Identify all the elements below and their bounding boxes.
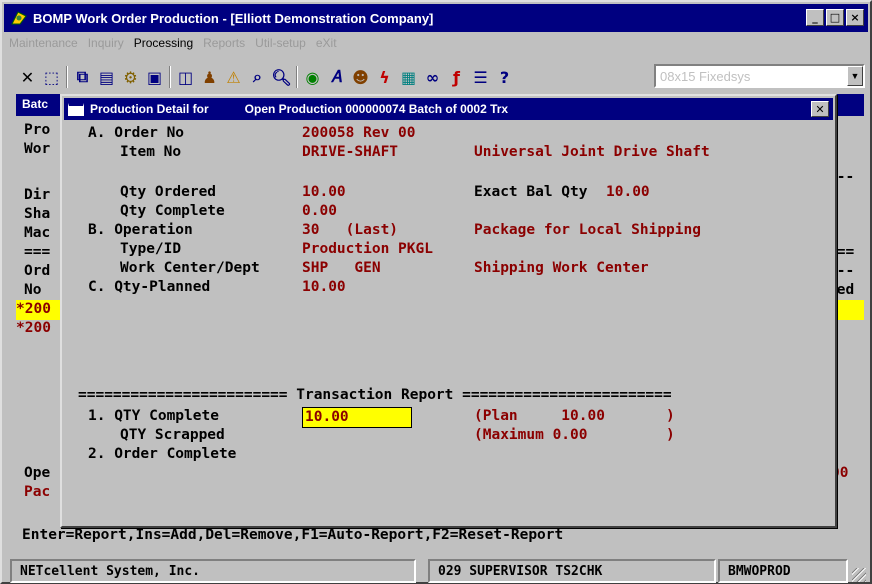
maximum-info: (Maximum 0.00 ) [474, 427, 675, 443]
qty-complete-label: Qty Complete [120, 203, 225, 219]
status-program: BMWOPROD [718, 559, 848, 583]
properties-icon[interactable]: ▣ [143, 65, 166, 89]
operation-value: 30 (Last) [302, 222, 399, 238]
transaction-report-header: ======================== Transaction Rep… [78, 387, 672, 403]
paste-icon[interactable]: ▤ [95, 65, 118, 89]
console-line[interactable]: *200 [16, 319, 51, 338]
operation-description: Package for Local Shipping [474, 222, 701, 238]
qty-planned-value: 10.00 [302, 279, 346, 295]
resize-grip-icon[interactable] [852, 568, 866, 582]
menu-exit[interactable]: eXit [311, 36, 342, 56]
dialog-close-button[interactable]: ✕ [811, 101, 829, 117]
warning-icon[interactable]: ⚠ [222, 65, 245, 89]
window-icon [68, 102, 84, 116]
close-button[interactable]: × [846, 9, 864, 26]
menu-bar: Maintenance Inquiry Processing Reports U… [4, 36, 342, 56]
qty-complete-input-value: 10.00 [305, 409, 349, 425]
link-icon[interactable]: ∞ [421, 65, 444, 89]
qty-scrapped-label: QTY Scrapped [120, 427, 225, 443]
toolbar-separator [66, 66, 68, 88]
function-icon[interactable]: ƒ [445, 65, 468, 89]
lightning-icon[interactable]: ϟ [373, 65, 396, 89]
qty-complete-input[interactable]: 10.00 [302, 407, 412, 428]
select-icon[interactable]: ⬚ [40, 65, 63, 89]
dialog-title-prefix: Production Detail for [90, 102, 209, 116]
main-window: BOMP Work Order Production - [Elliott De… [0, 0, 872, 584]
menu-util-setup[interactable]: Util-setup [250, 36, 311, 56]
console-line: Ord [24, 263, 51, 279]
item-description: Universal Joint Drive Shaft [474, 144, 710, 160]
order-no-value: 200058 Rev 00 [302, 125, 416, 141]
copy-icon[interactable]: ⧉ [71, 65, 94, 89]
console-line: Mac [24, 225, 51, 241]
chevron-down-icon[interactable]: ▼ [847, 66, 863, 86]
item-no-label: Item No [120, 144, 182, 160]
text-icon[interactable]: 𝐴 [325, 65, 348, 89]
menu-maintenance[interactable]: Maintenance [4, 36, 83, 56]
qty-ordered-value: 10.00 [302, 184, 346, 200]
console-line: Ope [24, 465, 51, 481]
app-icon [9, 8, 29, 28]
dialog-title-bar: Production Detail for Open Production 00… [64, 98, 833, 120]
title-bar: BOMP Work Order Production - [Elliott De… [4, 4, 868, 32]
list-icon[interactable]: ☰ [469, 65, 492, 89]
menu-reports[interactable]: Reports [198, 36, 250, 56]
console-line: Pac [24, 484, 51, 500]
work-center-value: SHP GEN [302, 260, 381, 276]
work-center-label: Work Center/Dept [120, 260, 260, 276]
toolbar: ✕ ⬚ ⧉ ▤ ⚙ ▣ ◫ ♟ ⚠ ⌕ 🔍︎ ◉ 𝐴 ☻ ϟ ▦ ∞ ƒ ☰ ? [16, 62, 516, 92]
dialog-title-batch: Open Production 000000074 Batch of 0002 … [244, 102, 509, 116]
order-no-label: A. Order No [88, 125, 185, 141]
console-line: No [24, 282, 42, 298]
qty-complete-value: 0.00 [302, 203, 337, 219]
console-line: === [24, 244, 51, 260]
operation-label: B. Operation [88, 222, 193, 238]
settings-icon[interactable]: ⚙ [119, 65, 142, 89]
toolbar-separator [169, 66, 171, 88]
key-help: Enter=Report,Ins=Add,Del=Remove,F1=Auto-… [22, 527, 564, 543]
menu-inquiry[interactable]: Inquiry [83, 36, 129, 56]
console-line: Dir [24, 187, 51, 203]
type-id-value: Production PKGL [302, 241, 433, 257]
frame-icon[interactable]: ◫ [174, 65, 197, 89]
qty-planned-label: C. Qty-Planned [88, 279, 211, 295]
status-company: NETcellent System, Inc. [10, 559, 416, 583]
work-center-description: Shipping Work Center [474, 260, 649, 276]
maximize-button[interactable]: □ [826, 9, 844, 26]
qty-ordered-label: Qty Ordered [120, 184, 217, 200]
font-select-value: 08x15 Fixedsys [660, 69, 751, 84]
people-icon[interactable]: ☻ [349, 65, 372, 89]
toolbar-separator [296, 66, 298, 88]
console-line: Pro [24, 122, 51, 138]
find-icon[interactable]: ⌕ [246, 65, 269, 89]
menu-processing[interactable]: Processing [129, 36, 198, 56]
search-icon[interactable]: 🔍︎ [270, 65, 293, 89]
tr-qty-complete-label: 1. QTY Complete [88, 408, 219, 424]
status-bar: NETcellent System, Inc. 029 SUPERVISOR T… [4, 558, 868, 584]
globe-icon[interactable]: ◉ [301, 65, 324, 89]
type-id-label: Type/ID [120, 241, 182, 257]
production-detail-dialog: Production Detail for Open Production 00… [60, 94, 837, 528]
exact-bal-label: Exact Bal Qty [474, 184, 588, 200]
item-no-value: DRIVE-SHAFT [302, 144, 399, 160]
exact-bal-value: 10.00 [606, 184, 650, 200]
window-title: BOMP Work Order Production - [Elliott De… [33, 10, 434, 26]
help-icon[interactable]: ? [493, 65, 516, 89]
console-line[interactable]: *200 [16, 300, 51, 319]
close-icon[interactable]: ✕ [16, 65, 39, 89]
console-line: Sha [24, 206, 51, 222]
minimize-button[interactable]: _ [806, 9, 824, 26]
order-complete-label: 2. Order Complete [88, 446, 237, 462]
users-icon[interactable]: ♟ [198, 65, 221, 89]
plan-info: (Plan 10.00 ) [474, 408, 675, 424]
font-select[interactable]: 08x15 Fixedsys ▼ [654, 64, 865, 88]
chart-icon[interactable]: ▦ [397, 65, 420, 89]
status-session: 029 SUPERVISOR TS2CHK [428, 559, 716, 583]
console-line: Wor [24, 141, 51, 157]
